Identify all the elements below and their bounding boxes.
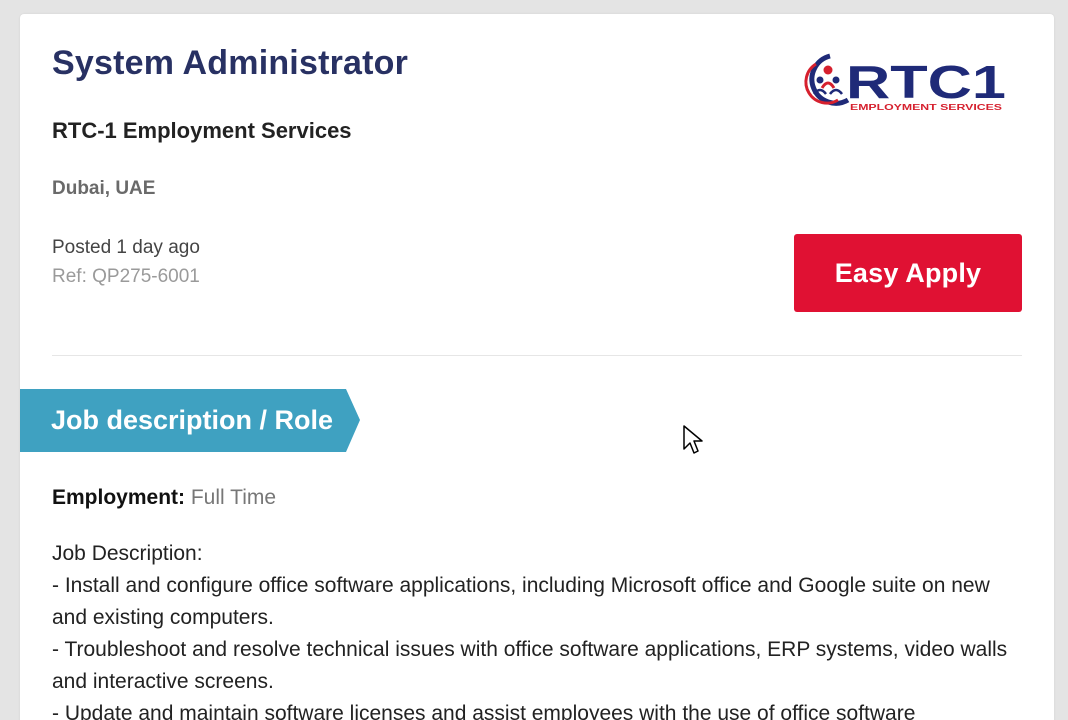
job-reference: Ref: QP275-6001 (52, 266, 200, 287)
employment-label: Employment: (52, 486, 186, 509)
job-location: Dubai, UAE (52, 178, 156, 199)
job-title: System Administrator (52, 44, 409, 82)
company-logo[interactable]: RTC1 EMPLOYMENT SERVICES (800, 48, 1012, 114)
job-card: System Administrator RTC-1 Employment Se… (20, 14, 1054, 720)
people-circle-icon (804, 53, 850, 106)
easy-apply-button[interactable]: Easy Apply (794, 234, 1022, 312)
company-name[interactable]: RTC-1 Employment Services (52, 118, 352, 144)
posted-date: Posted 1 day ago (52, 237, 200, 258)
employment-type: Employment: Full Time (52, 486, 276, 510)
description-line: - Install and configure office software … (52, 574, 990, 629)
job-description-body: Job Description: - Install and configure… (52, 538, 1027, 720)
employment-value: Full Time (190, 486, 277, 509)
description-line: - Troubleshoot and resolve technical iss… (52, 638, 1008, 693)
description-heading: Job Description: (52, 542, 203, 565)
logo-subtext: EMPLOYMENT SERVICES (850, 103, 1003, 112)
section-banner-job-description: Job description / Role (20, 389, 360, 452)
logo-text: RTC1 (846, 56, 1006, 108)
header-divider (52, 355, 1022, 356)
description-line: - Update and maintain software licenses … (52, 702, 916, 720)
